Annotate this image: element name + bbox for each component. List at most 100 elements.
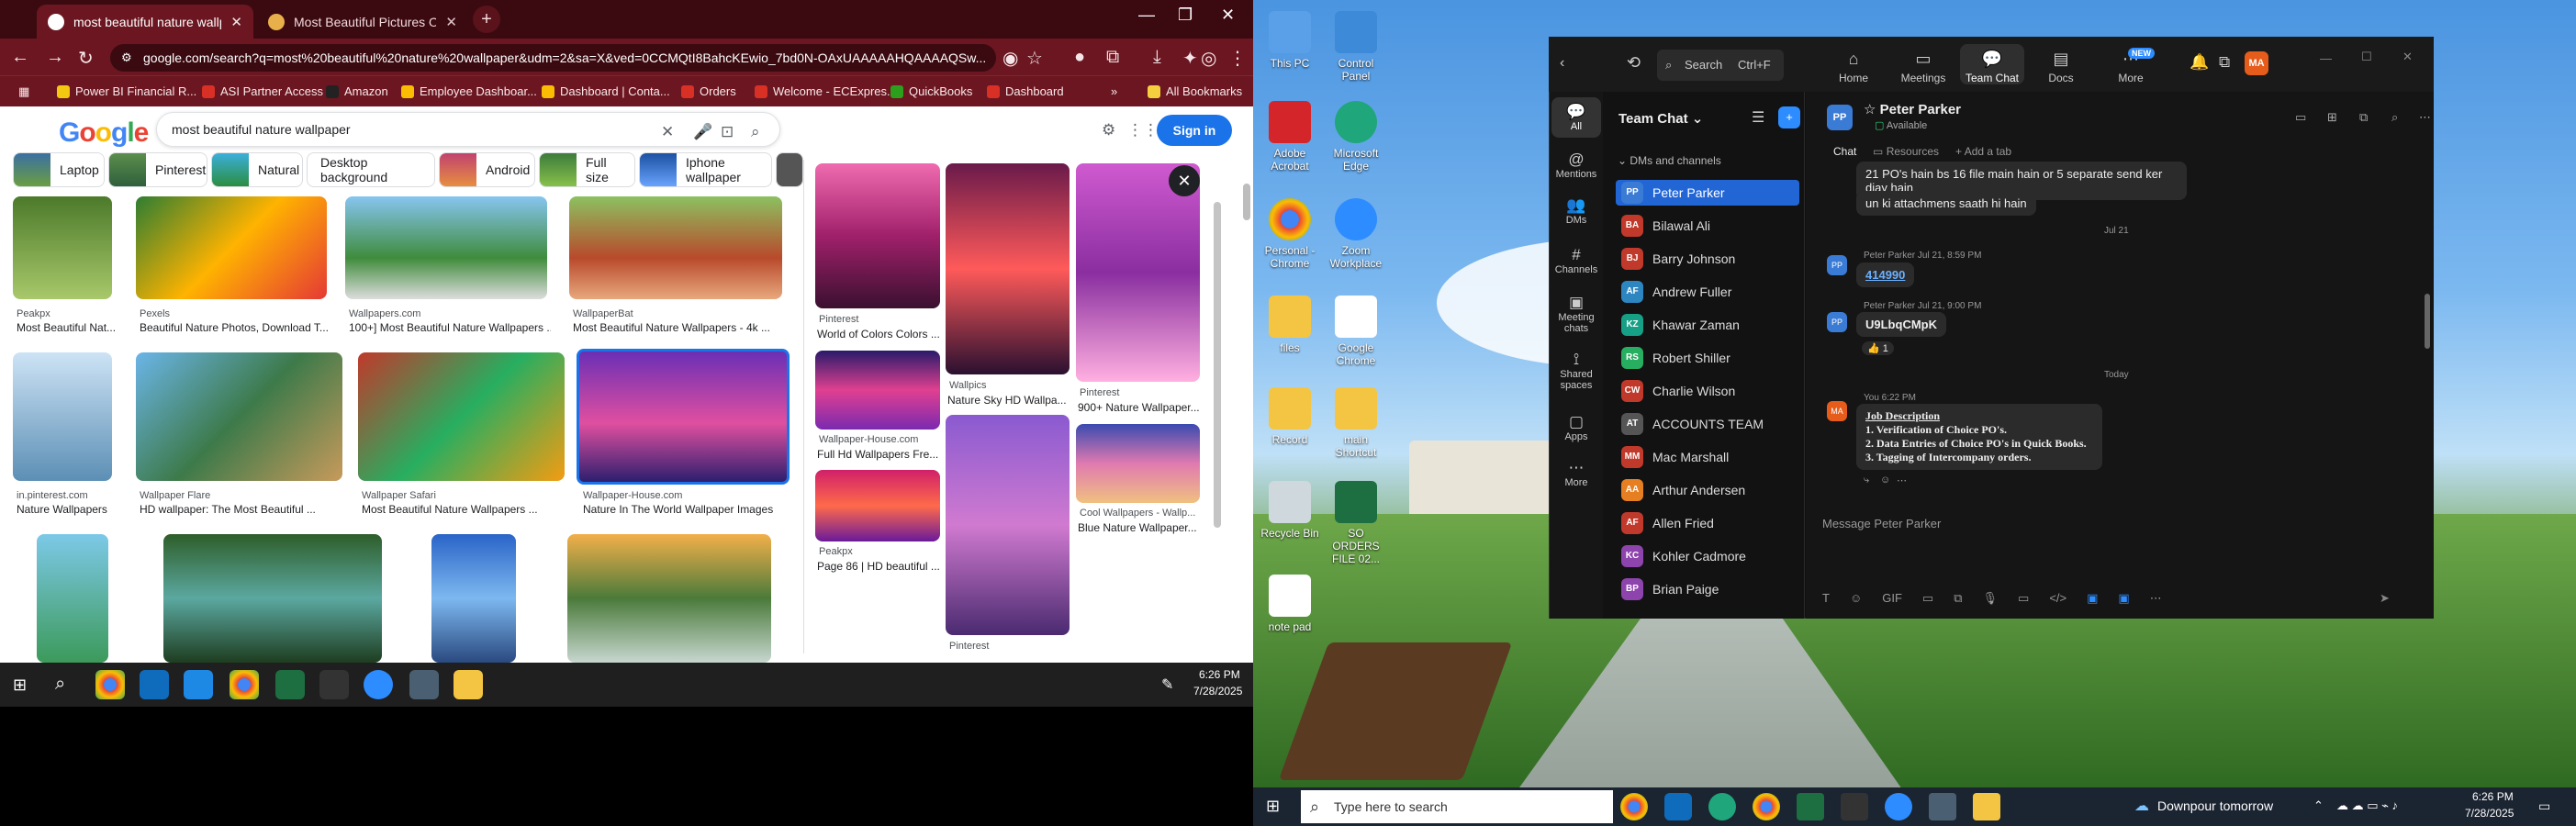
bookmark-item[interactable]: Power BI Financial R... — [57, 84, 196, 98]
contact-item[interactable]: RS Robert Shiller — [1616, 345, 1799, 371]
result-image[interactable] — [567, 534, 771, 663]
bookmark-item[interactable]: Amazon — [326, 84, 388, 98]
result-title[interactable]: World of Colors Colors ... — [817, 328, 941, 340]
page-scrollbar[interactable] — [1243, 184, 1250, 220]
add-member-icon[interactable]: ⊞ — [2327, 110, 2337, 125]
pen-icon[interactable]: ✎ — [1161, 675, 1173, 694]
close-icon[interactable]: ✕ — [2402, 50, 2413, 64]
result-title[interactable]: Most Beautiful Nat... — [17, 321, 118, 334]
result-title[interactable]: Nature Sky HD Wallpa... — [947, 394, 1071, 407]
rail-all[interactable]: 💬 All — [1551, 97, 1601, 138]
minimize-icon[interactable]: — — [2320, 51, 2332, 65]
emoji-react-icon[interactable]: ☺ — [1880, 474, 1890, 486]
chrome-taskbar-icon[interactable] — [95, 670, 125, 699]
excel-taskbar-icon[interactable] — [1797, 793, 1824, 820]
chip-natural[interactable]: Natural — [211, 152, 303, 187]
google-logo[interactable]: Google — [59, 117, 149, 149]
more-icon[interactable]: ⋯ — [2150, 591, 2162, 609]
contact-item[interactable]: KZ Khawar Zaman — [1616, 312, 1799, 338]
minimize-icon[interactable]: — — [1138, 6, 1155, 25]
sign-in-button[interactable]: Sign in — [1157, 115, 1232, 146]
new-tab-button[interactable]: + — [473, 6, 500, 33]
video-icon[interactable]: ▭ — [2295, 110, 2306, 125]
clear-search-icon[interactable]: ✕ — [661, 123, 674, 141]
desktop-icon-recycle-bin[interactable]: Recycle Bin — [1258, 481, 1322, 540]
contact-item[interactable]: BJ Barry Johnson — [1616, 246, 1799, 272]
chip-laptop[interactable]: Laptop — [13, 152, 105, 187]
reload-icon[interactable]: ↻ — [78, 47, 94, 70]
desktop-icon-adobe-acrobat[interactable]: Adobe Acrobat — [1258, 101, 1322, 173]
code-icon[interactable]: </> — [2049, 591, 2066, 609]
mic-icon[interactable]: 🎙 — [1983, 591, 1999, 609]
chip-android[interactable]: Android — [439, 152, 535, 187]
notification-icon[interactable]: ▭ — [2538, 798, 2550, 814]
result-image[interactable] — [13, 352, 112, 481]
bookmark-item[interactable]: Dashboard | Conta... — [542, 84, 670, 98]
result-title[interactable]: Most Beautiful Nature Wallpapers - 4k ..… — [573, 321, 784, 334]
screenshot-icon[interactable]: ⧉ — [1954, 591, 1962, 609]
calculator-taskbar-icon[interactable] — [1929, 793, 1956, 820]
contact-item[interactable]: CW Charlie Wilson — [1616, 378, 1799, 404]
result-image[interactable] — [431, 534, 516, 663]
rail-mentions[interactable]: @ Mentions — [1551, 151, 1601, 180]
related-image[interactable] — [815, 470, 940, 541]
back-icon[interactable]: ‹ — [1560, 55, 1564, 72]
start-windows-icon[interactable]: ⊞ — [1266, 797, 1280, 816]
desktop-icon-this-pc[interactable]: This PC — [1258, 11, 1322, 70]
start-windows-icon[interactable]: ⊞ — [13, 675, 27, 695]
weather-cloud-icon[interactable]: ☁ — [2134, 797, 2149, 815]
result-title[interactable]: Blue Nature Wallpaper... — [1078, 521, 1202, 534]
related-image[interactable] — [1076, 424, 1200, 503]
result-image[interactable] — [136, 352, 342, 481]
close-preview-button[interactable]: ✕ — [1169, 165, 1200, 196]
app-taskbar-icon[interactable] — [319, 670, 349, 699]
forward-icon[interactable]: → — [46, 47, 64, 68]
site-info-icon[interactable]: ⚙ — [121, 44, 132, 72]
bookmark-overflow-icon[interactable]: » — [1111, 84, 1117, 98]
chip-desktop-background[interactable]: Desktop background — [307, 152, 435, 187]
weather-text[interactable]: Downpour tomorrow — [2157, 798, 2273, 813]
filter-icon[interactable]: ☰ — [1752, 108, 1764, 127]
rail-dms[interactable]: 👥 DMs — [1551, 196, 1601, 226]
related-image[interactable] — [946, 163, 1070, 374]
emoji-icon[interactable]: ☺ — [1850, 591, 1862, 609]
result-title[interactable]: Nature In The World Wallpaper Images — [583, 503, 790, 516]
result-title[interactable]: Nature Wallpapers — [17, 503, 118, 516]
tray-chevron-icon[interactable]: ⌃ — [2313, 798, 2324, 813]
desktop-icon-record[interactable]: Record — [1258, 387, 1322, 446]
outlook-taskbar-icon[interactable] — [1664, 793, 1692, 820]
more-options-icon[interactable]: ⋯ — [2419, 110, 2431, 125]
result-title[interactable]: Page 86 | HD beautiful ... — [817, 560, 941, 573]
restore-icon[interactable]: ❐ — [1178, 6, 1193, 25]
message-link[interactable]: 414990 — [1856, 262, 1915, 287]
calculator-taskbar-icon[interactable] — [409, 670, 439, 699]
result-image[interactable] — [13, 196, 112, 299]
desktop-icon-control-panel[interactable]: Control Panel — [1324, 11, 1388, 83]
desktop-icon-main-shortcut[interactable]: main Shortcut — [1324, 387, 1388, 459]
history-icon[interactable]: ⟲ — [1627, 53, 1641, 73]
more-icon[interactable]: ⋯ — [1897, 474, 1907, 486]
related-image[interactable] — [946, 415, 1070, 635]
bell-icon[interactable]: 🔔 — [2190, 53, 2209, 72]
download-icon[interactable]: ⤓ — [1153, 47, 1161, 68]
chip-overflow[interactable] — [776, 152, 803, 187]
bookmark-item[interactable]: QuickBooks — [890, 84, 972, 98]
back-icon[interactable]: ← — [11, 47, 29, 68]
contact-item[interactable]: BP Brian Paige — [1616, 576, 1799, 602]
tab-google-search[interactable]: most beautiful nature wallpaper ✕ — [37, 5, 253, 39]
related-image[interactable] — [815, 351, 940, 430]
rail-more[interactable]: ⋯ More — [1551, 459, 1601, 488]
contact-item[interactable]: BA Bilawal Ali — [1616, 213, 1799, 239]
close-tab-icon[interactable]: ✕ — [230, 14, 242, 30]
reply-icon[interactable]: ⤷ — [1864, 474, 1869, 486]
nav-home[interactable]: ⌂ Home — [1821, 50, 1886, 84]
search-icon[interactable]: ⌕ — [55, 674, 65, 695]
zoom-taskbar-icon[interactable] — [1885, 793, 1912, 820]
screenshot-icon[interactable]: ⧉ — [2359, 110, 2368, 125]
extension-icon[interactable]: ● — [1074, 47, 1085, 68]
tab-beautiful-pictures[interactable]: Most Beautiful Pictures Of Na... ✕ — [257, 5, 468, 39]
chat-avatar[interactable]: PP — [1827, 105, 1853, 130]
close-window-icon[interactable]: ✕ — [1221, 6, 1235, 25]
bookmark-item[interactable]: Employee Dashboar... — [401, 84, 537, 98]
address-bar[interactable]: ⚙ google.com/search?q=most%20beautiful%2… — [110, 44, 996, 72]
